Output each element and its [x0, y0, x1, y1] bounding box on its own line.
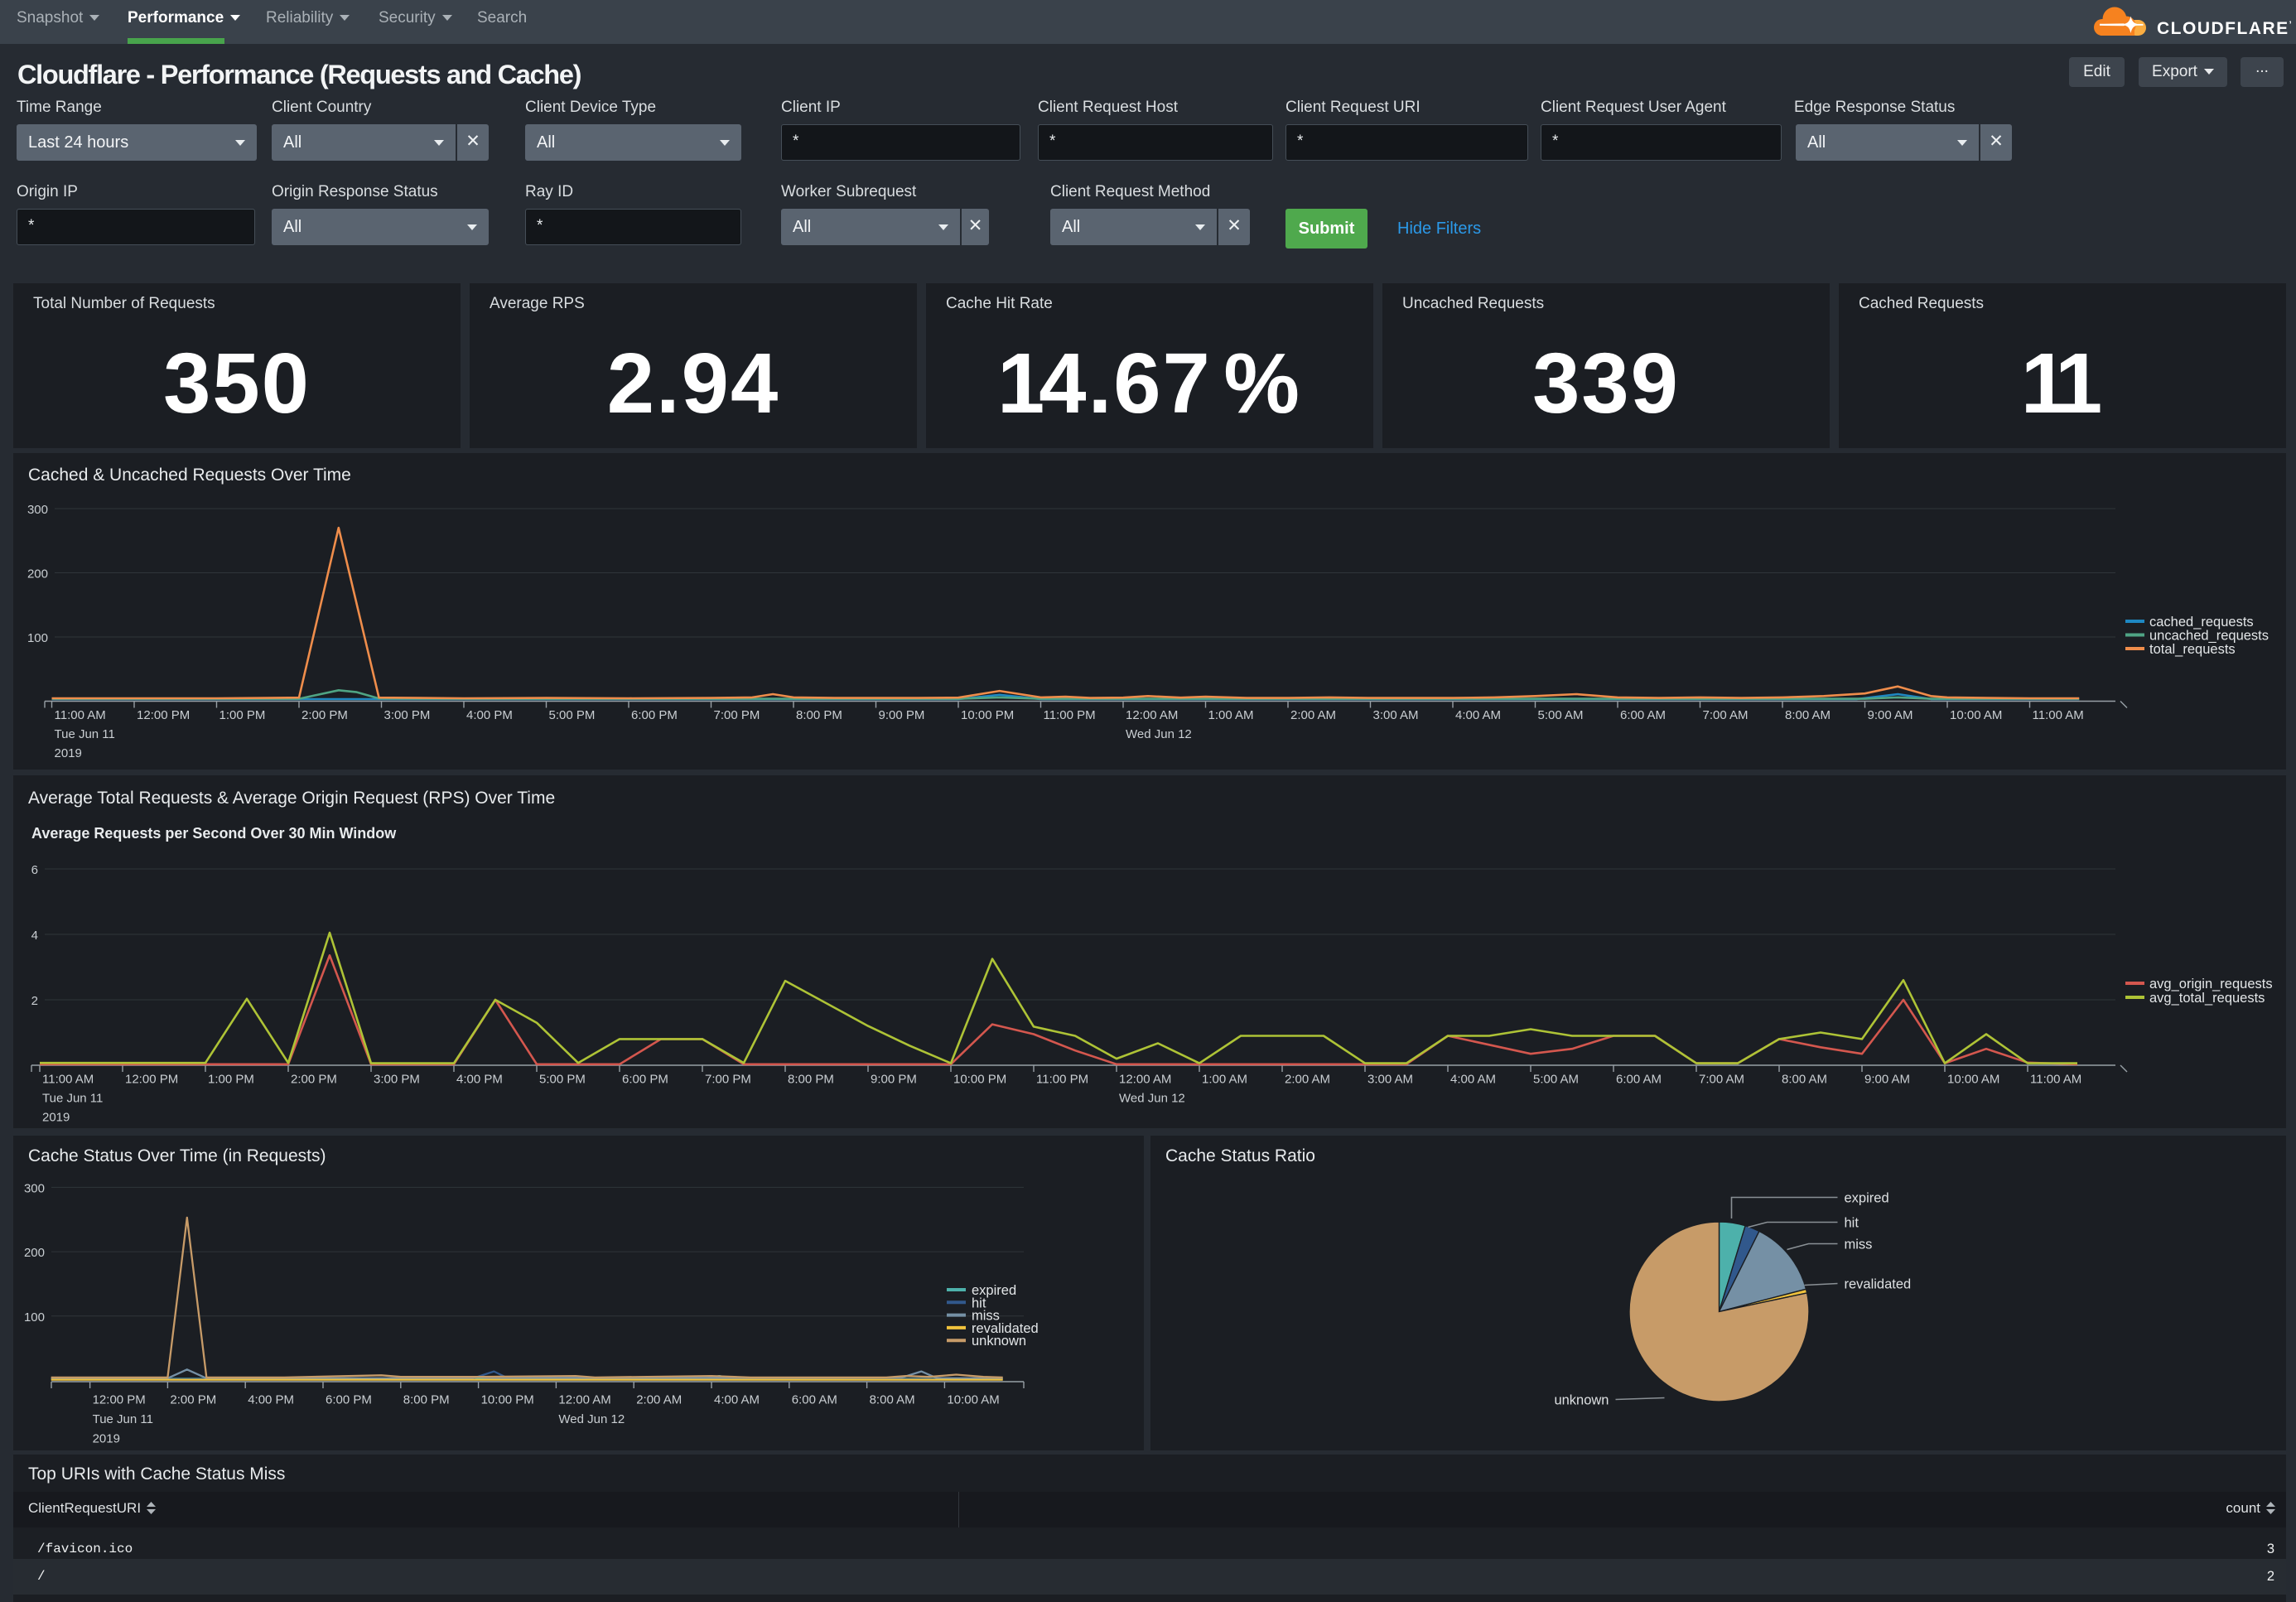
svg-text:12:00 AM: 12:00 AM	[1119, 1073, 1171, 1087]
svg-text:2:00 AM: 2:00 AM	[636, 1392, 682, 1407]
svg-text:9:00 PM: 9:00 PM	[871, 1073, 917, 1087]
svg-text:10:00 PM: 10:00 PM	[953, 1073, 1006, 1087]
svg-text:hit: hit	[1844, 1215, 1859, 1230]
svg-text:8:00 AM: 8:00 AM	[870, 1392, 915, 1407]
svg-text:Wed Jun 12: Wed Jun 12	[1119, 1092, 1185, 1106]
svg-text:2:00 AM: 2:00 AM	[1290, 708, 1336, 722]
svg-text:1:00 PM: 1:00 PM	[219, 708, 266, 722]
svg-text:4:00 AM: 4:00 AM	[714, 1392, 760, 1407]
svg-text:2019: 2019	[42, 1111, 70, 1125]
svg-text:3:00 AM: 3:00 AM	[1373, 708, 1419, 722]
svg-text:4:00 PM: 4:00 PM	[466, 708, 513, 722]
svg-text:10:00 PM: 10:00 PM	[961, 708, 1014, 722]
svg-text:Wed Jun 12: Wed Jun 12	[1126, 727, 1192, 741]
svg-text:Tue Jun 11: Tue Jun 11	[42, 1092, 103, 1106]
svg-text:Cache Status Over Time (in Req: Cache Status Over Time (in Requests)	[28, 1146, 326, 1165]
svg-text:4:00 AM: 4:00 AM	[1450, 1073, 1496, 1087]
svg-text:10:00 AM: 10:00 AM	[1947, 1073, 1999, 1087]
svg-text:3:00 AM: 3:00 AM	[1367, 1073, 1413, 1087]
svg-text:2:00 PM: 2:00 PM	[291, 1073, 337, 1087]
svg-text:2:00 PM: 2:00 PM	[170, 1392, 216, 1407]
svg-text:12:00 AM: 12:00 AM	[558, 1392, 610, 1407]
svg-text:5:00 PM: 5:00 PM	[549, 708, 596, 722]
svg-text:100: 100	[24, 1310, 45, 1324]
svg-text:Cached & Uncached Requests Ove: Cached & Uncached Requests Over Time	[28, 466, 351, 485]
svg-text:5:00 PM: 5:00 PM	[539, 1073, 586, 1087]
svg-text:7:00 AM: 7:00 AM	[1699, 1073, 1744, 1087]
svg-text:Cache Status Ratio: Cache Status Ratio	[1165, 1146, 1315, 1165]
svg-text:2019: 2019	[93, 1431, 120, 1445]
svg-text:7:00 PM: 7:00 PM	[714, 708, 760, 722]
svg-text:6:00 AM: 6:00 AM	[792, 1392, 837, 1407]
svg-text:cached_requests: cached_requests	[2149, 615, 2254, 630]
svg-text:12:00 PM: 12:00 PM	[137, 708, 190, 722]
svg-text:5:00 AM: 5:00 AM	[1533, 1073, 1579, 1087]
svg-text:7:00 AM: 7:00 AM	[1703, 708, 1749, 722]
svg-text:avg_origin_requests: avg_origin_requests	[2149, 977, 2273, 992]
svg-text:10:00 AM: 10:00 AM	[947, 1392, 999, 1407]
svg-text:3:00 PM: 3:00 PM	[374, 1073, 420, 1087]
svg-text:1:00 PM: 1:00 PM	[208, 1073, 254, 1087]
svg-text:10:00 PM: 10:00 PM	[481, 1392, 534, 1407]
svg-text:Average Requests per Second Ov: Average Requests per Second Over 30 Min …	[31, 825, 397, 842]
svg-text:6:00 AM: 6:00 AM	[1616, 1073, 1662, 1087]
svg-text:300: 300	[24, 1181, 45, 1195]
svg-text:unknown: unknown	[972, 1334, 1026, 1349]
svg-text:8:00 PM: 8:00 PM	[788, 1073, 834, 1087]
svg-text:200: 200	[24, 1246, 45, 1260]
svg-text:expired: expired	[1844, 1190, 1888, 1205]
svg-text:9:00 AM: 9:00 AM	[1864, 1073, 1910, 1087]
svg-text:200: 200	[27, 567, 48, 581]
svg-text:Tue Jun 11: Tue Jun 11	[55, 727, 115, 741]
svg-text:4:00 AM: 4:00 AM	[1455, 708, 1501, 722]
svg-text:6:00 PM: 6:00 PM	[622, 1073, 668, 1087]
svg-text:11:00 PM: 11:00 PM	[1044, 708, 1096, 722]
svg-text:11:00 AM: 11:00 AM	[42, 1073, 94, 1087]
svg-text:uncached_requests: uncached_requests	[2149, 629, 2269, 644]
svg-text:unknown: unknown	[1554, 1392, 1609, 1407]
svg-text:Average Total Requests & Avera: Average Total Requests & Average Origin …	[28, 789, 555, 808]
svg-text:10:00 AM: 10:00 AM	[1950, 708, 2002, 722]
svg-text:Tue Jun 11: Tue Jun 11	[93, 1412, 153, 1426]
svg-text:1:00 AM: 1:00 AM	[1208, 708, 1254, 722]
svg-text:total_requests: total_requests	[2149, 642, 2236, 657]
svg-text:4:00 PM: 4:00 PM	[248, 1392, 294, 1407]
svg-text:12:00 PM: 12:00 PM	[125, 1073, 178, 1087]
svg-text:Wed Jun 12: Wed Jun 12	[558, 1412, 625, 1426]
svg-text:9:00 PM: 9:00 PM	[879, 708, 925, 722]
svg-text:12:00 AM: 12:00 AM	[1126, 708, 1178, 722]
svg-text:8:00 AM: 8:00 AM	[1785, 708, 1831, 722]
svg-text:6:00 PM: 6:00 PM	[631, 708, 678, 722]
svg-text:2:00 AM: 2:00 AM	[1285, 1073, 1330, 1087]
svg-text:2:00 PM: 2:00 PM	[301, 708, 348, 722]
svg-text:300: 300	[27, 503, 48, 517]
svg-text:miss: miss	[1844, 1237, 1872, 1252]
svg-text:4: 4	[31, 929, 38, 943]
svg-text:6:00 AM: 6:00 AM	[1620, 708, 1666, 722]
svg-text:8:00 AM: 8:00 AM	[1782, 1073, 1827, 1087]
svg-text:5:00 AM: 5:00 AM	[1538, 708, 1584, 722]
svg-text:2019: 2019	[55, 746, 82, 760]
svg-text:11:00 PM: 11:00 PM	[1036, 1073, 1088, 1087]
svg-text:4:00 PM: 4:00 PM	[456, 1073, 503, 1087]
svg-text:9:00 AM: 9:00 AM	[1868, 708, 1913, 722]
svg-text:100: 100	[27, 631, 48, 645]
svg-text:revalidated: revalidated	[1844, 1276, 1911, 1291]
svg-text:12:00 PM: 12:00 PM	[93, 1392, 146, 1407]
svg-text:3:00 PM: 3:00 PM	[384, 708, 431, 722]
svg-text:11:00 AM: 11:00 AM	[2033, 708, 2084, 722]
svg-text:8:00 PM: 8:00 PM	[403, 1392, 450, 1407]
svg-text:6:00 PM: 6:00 PM	[326, 1392, 372, 1407]
svg-text:avg_total_requests: avg_total_requests	[2149, 991, 2265, 1006]
svg-text:6: 6	[31, 863, 38, 877]
svg-text:7:00 PM: 7:00 PM	[705, 1073, 751, 1087]
svg-text:2: 2	[31, 994, 38, 1008]
svg-text:11:00 AM: 11:00 AM	[2030, 1073, 2081, 1087]
svg-text:11:00 AM: 11:00 AM	[55, 708, 106, 722]
svg-text:1:00 AM: 1:00 AM	[1202, 1073, 1247, 1087]
svg-text:8:00 PM: 8:00 PM	[796, 708, 842, 722]
